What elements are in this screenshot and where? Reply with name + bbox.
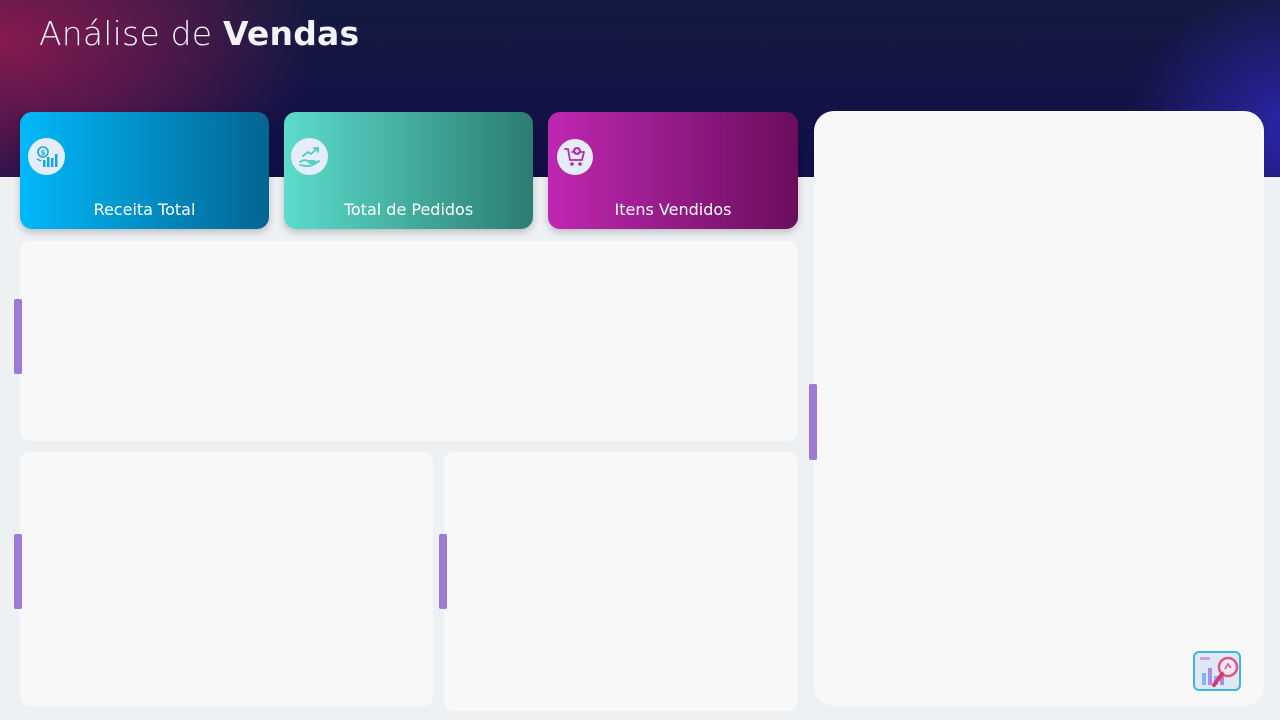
kpi-card-total-de-pedidos[interactable]: Total de Pedidos	[284, 112, 533, 229]
kpi-card-itens-vendidos[interactable]: Itens Vendidos	[548, 112, 798, 229]
analytics-magnifier-logo	[1192, 649, 1248, 695]
panel-accent-handle-right[interactable]	[809, 384, 817, 460]
kpi-label-itens-vendidos: Itens Vendidos	[614, 200, 732, 219]
revenue-chart-icon: $	[28, 138, 65, 175]
chart-panel-right	[814, 111, 1264, 706]
kpi-label-receita-total: Receita Total	[93, 200, 196, 219]
kpi-card-receita-total[interactable]: $ Receita Total	[20, 112, 269, 229]
panel-accent-handle-bottom-left[interactable]	[14, 534, 22, 609]
page-title-bold: Vendas	[223, 14, 360, 53]
chart-panel-bottom-left	[20, 452, 433, 706]
chart-panel-bottom-right	[444, 452, 798, 711]
kpi-label-total-de-pedidos: Total de Pedidos	[343, 200, 474, 219]
page-title: Análise de Vendas	[39, 14, 359, 53]
panel-accent-handle-main[interactable]	[14, 299, 22, 374]
panel-accent-handle-bottom-right[interactable]	[439, 534, 447, 609]
page-title-light: Análise de	[39, 14, 213, 53]
svg-text:$: $	[40, 149, 45, 157]
shopping-cart-icon	[557, 139, 593, 175]
chart-panel-main	[20, 241, 798, 441]
hand-growth-icon	[291, 138, 328, 175]
